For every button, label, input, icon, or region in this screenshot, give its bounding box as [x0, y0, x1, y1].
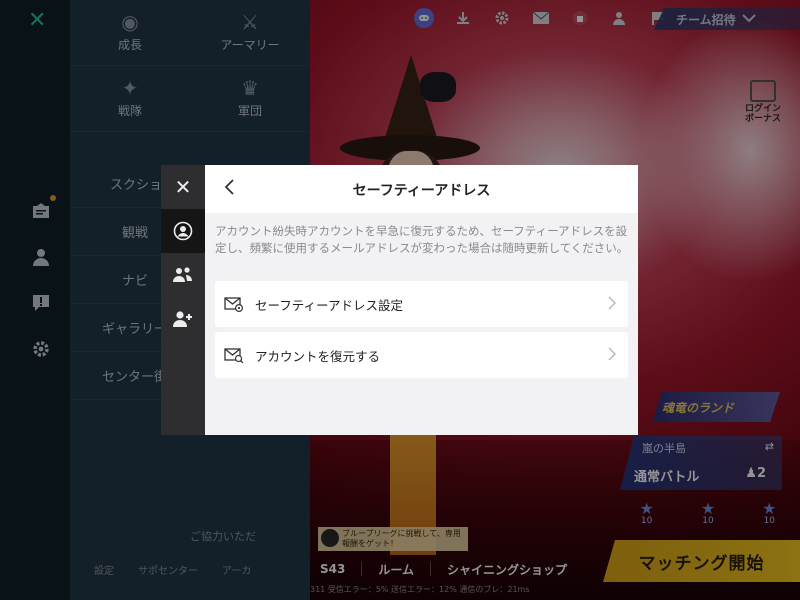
- dialog-title: セーフティーアドレス: [352, 183, 491, 199]
- friends-swap-icon: [173, 267, 192, 282]
- close-icon: ✕: [174, 175, 192, 199]
- chevron-right-icon: [608, 295, 617, 314]
- dialog-close-button[interactable]: ✕: [161, 165, 205, 209]
- restore-account-option[interactable]: アカウントを復元する: [215, 332, 628, 378]
- option-label: アカウントを復元する: [255, 348, 381, 364]
- account-circle-icon: [173, 221, 193, 241]
- dialog-description: アカウント紛失時アカウントを早急に復元するため、セーフティーアドレスを設定し、頻…: [215, 224, 629, 255]
- tab-account[interactable]: [161, 209, 205, 253]
- dialog-side-tabs: ✕: [161, 165, 205, 435]
- mail-settings-icon: [223, 295, 245, 313]
- tab-add-friend[interactable]: [161, 297, 205, 341]
- set-safety-address-option[interactable]: セーフティーアドレス設定: [215, 281, 628, 327]
- dialog-header: セーフティーアドレス: [205, 165, 638, 213]
- safety-address-dialog: セーフティーアドレス アカウント紛失時アカウントを早急に復元するため、セーフティ…: [205, 165, 638, 435]
- option-label: セーフティーアドレス設定: [255, 297, 404, 313]
- chevron-right-icon: [608, 346, 617, 365]
- add-user-icon: [173, 311, 192, 327]
- mail-search-icon: [223, 346, 245, 364]
- tab-friends[interactable]: [161, 253, 205, 297]
